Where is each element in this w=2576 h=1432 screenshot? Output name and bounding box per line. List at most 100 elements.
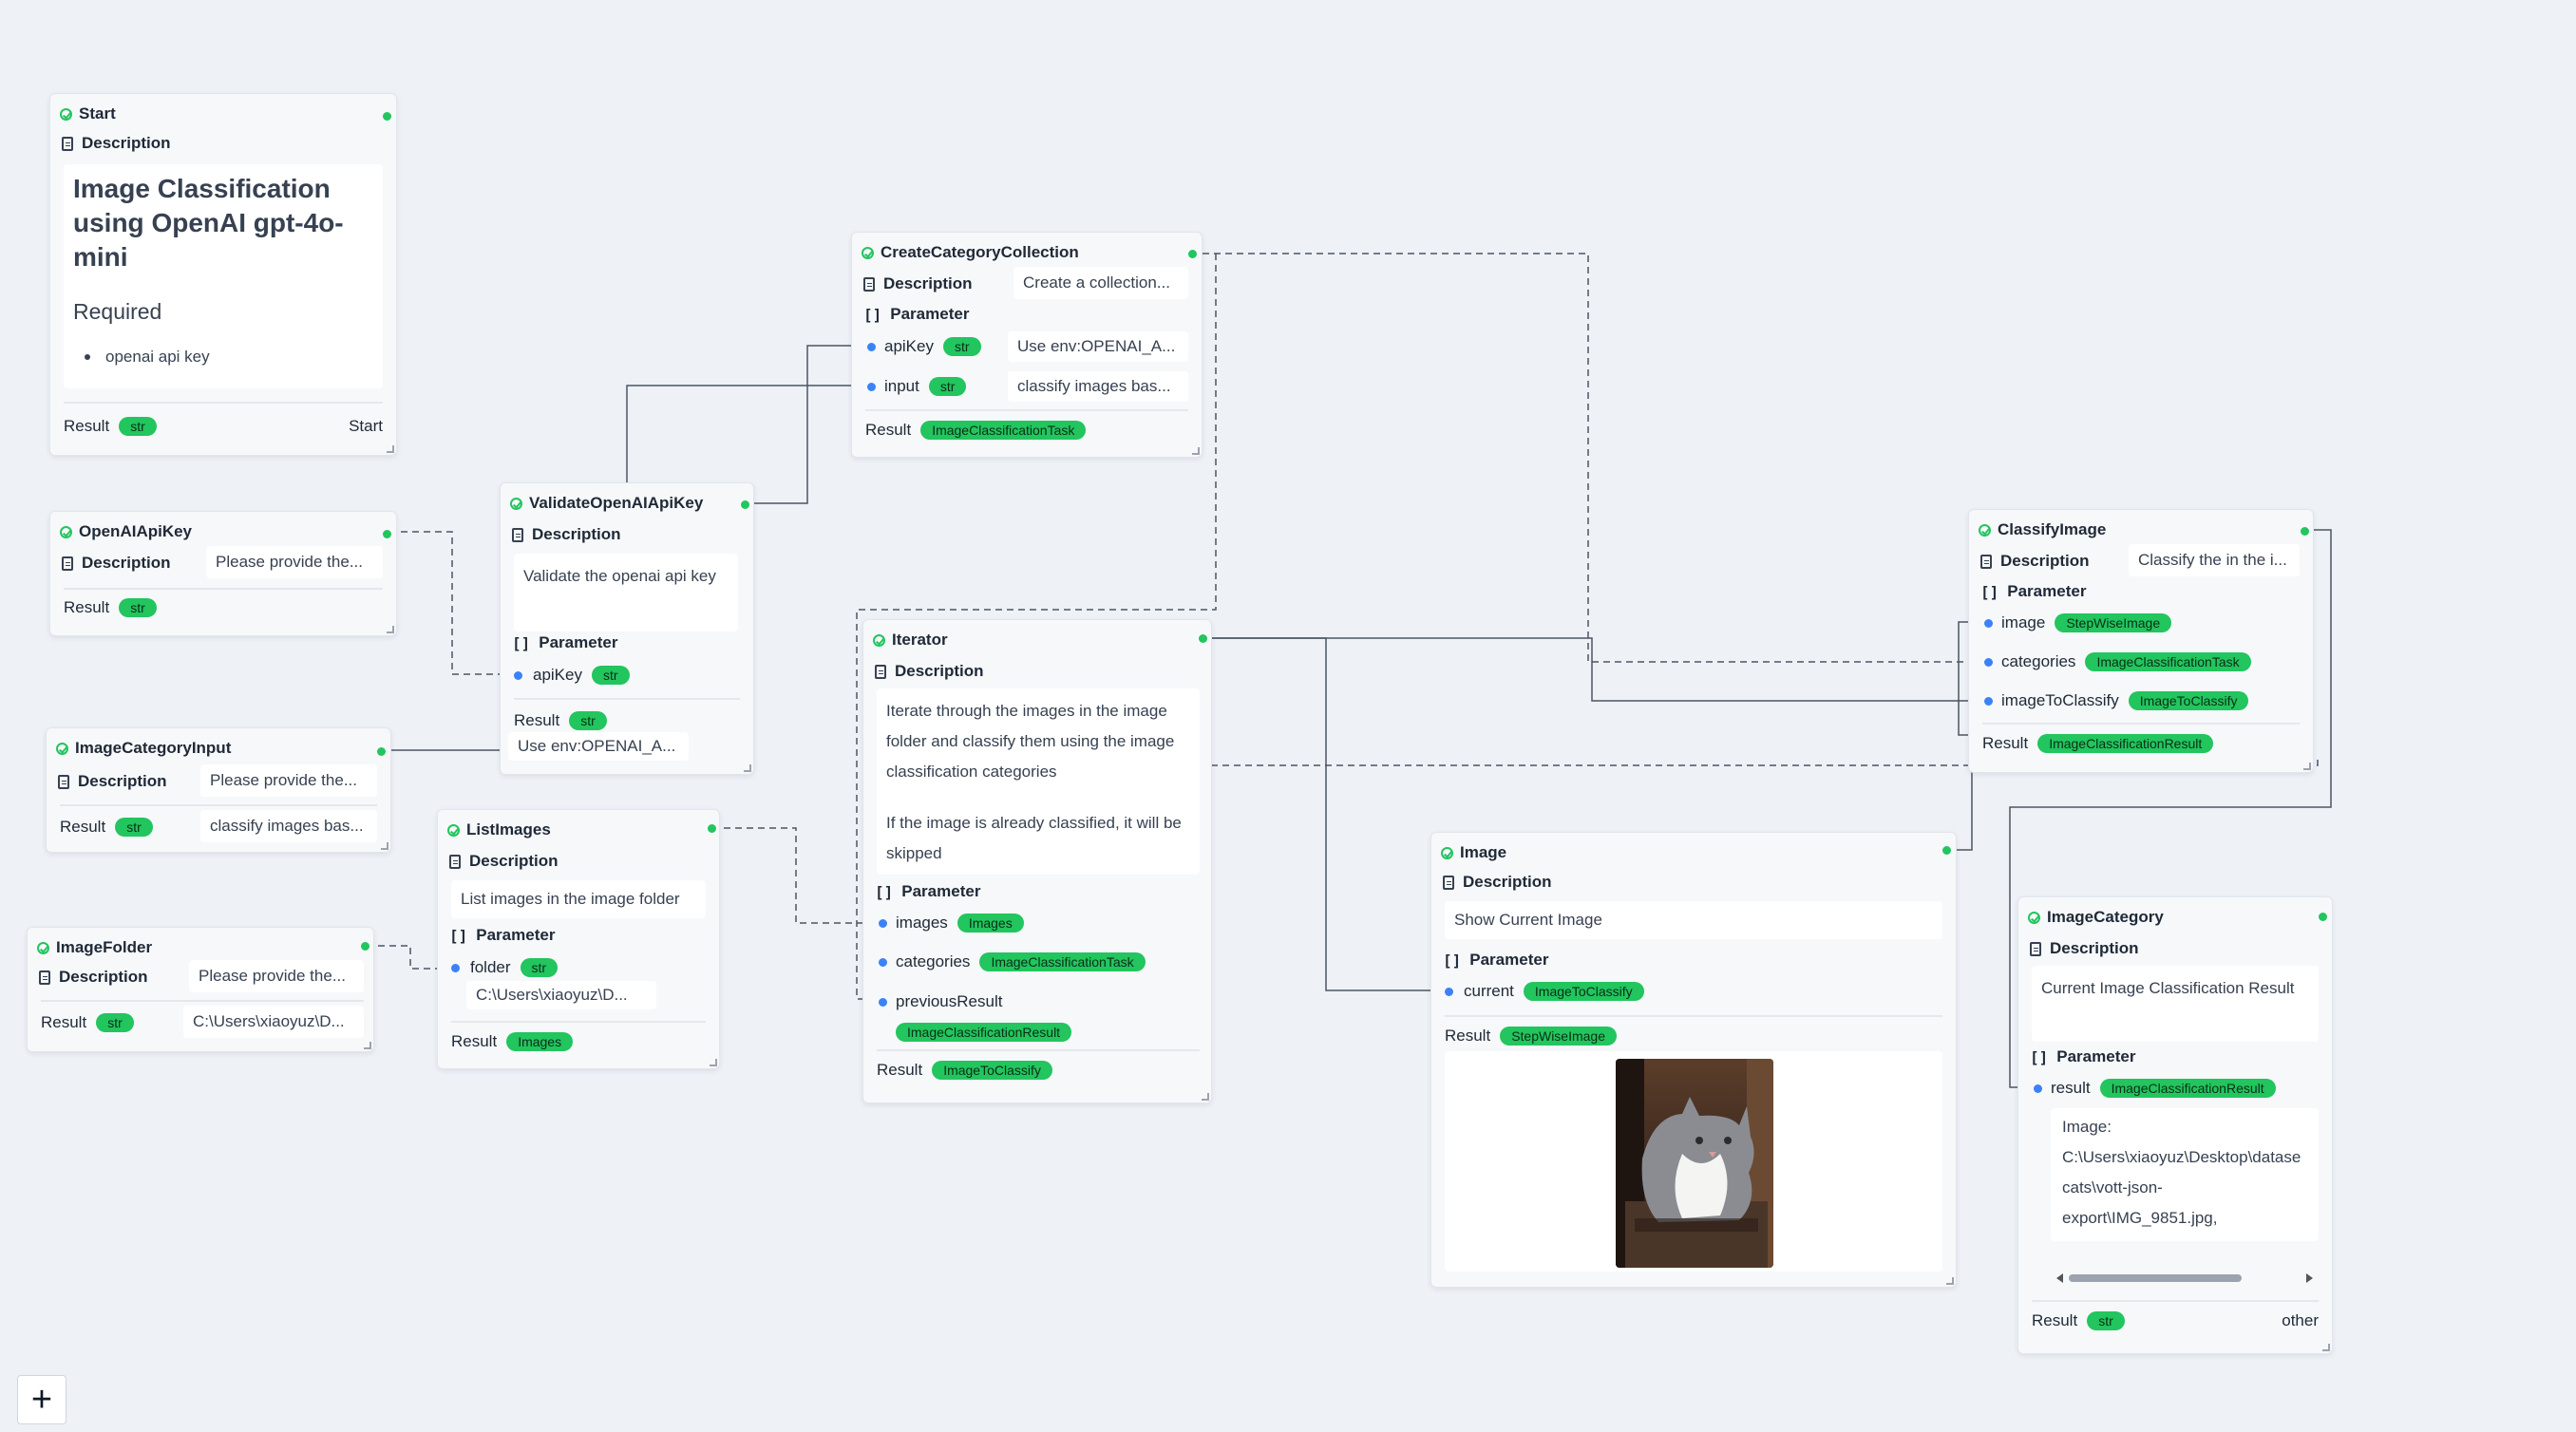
description-input[interactable]: Please provide the... xyxy=(189,960,364,992)
param-previous-type: ImageClassificationResult xyxy=(886,1023,1072,1042)
check-circle-icon xyxy=(873,633,885,647)
resize-handle[interactable] xyxy=(1192,447,1200,455)
check-circle-icon xyxy=(37,941,49,954)
scroll-left-arrow-icon[interactable] xyxy=(2056,1273,2063,1283)
type-badge: StepWiseImage xyxy=(1500,1027,1618,1046)
divider xyxy=(1445,1015,1942,1017)
resize-handle[interactable] xyxy=(2322,1344,2330,1351)
input-port[interactable] xyxy=(1984,658,1993,667)
parameter-header: [] Parameter xyxy=(863,305,969,324)
description-label: Description xyxy=(883,274,973,292)
output-port[interactable] xyxy=(377,747,386,756)
description-input[interactable]: Iterate through the images in the image … xyxy=(877,688,1200,875)
output-port[interactable] xyxy=(741,500,749,509)
node-validate-openai-api-key[interactable]: ValidateOpenAIApiKey Description Validat… xyxy=(500,482,754,775)
param-label: image xyxy=(2001,613,2046,631)
node-classify-image[interactable]: ClassifyImage Description Classify the i… xyxy=(1968,509,2314,773)
param-label: images xyxy=(896,914,948,932)
result-input[interactable]: C:\Users\xiaoyuz\D... xyxy=(183,1006,364,1038)
result-row: Result str Start xyxy=(64,417,383,436)
scroll-right-arrow-icon[interactable] xyxy=(2306,1273,2313,1283)
output-port[interactable] xyxy=(708,824,716,833)
node-header: ImageCategory xyxy=(2028,907,2164,928)
result-row: Result str xyxy=(60,818,153,837)
description-input[interactable]: Validate the openai api key xyxy=(514,554,738,631)
description-input[interactable]: List images in the image folder xyxy=(451,880,706,918)
output-port[interactable] xyxy=(2319,913,2327,921)
description-input[interactable]: Create a collection... xyxy=(1013,267,1188,299)
resize-handle[interactable] xyxy=(2303,763,2311,770)
resize-handle[interactable] xyxy=(387,445,394,453)
node-title: ListImages xyxy=(466,820,551,838)
node-title: Start xyxy=(79,104,116,122)
input-port[interactable] xyxy=(879,998,887,1007)
description-input[interactable]: Please provide the... xyxy=(200,764,377,797)
result-output-box[interactable]: Image: C:\Users\xiaoyuz\Desktop\datase c… xyxy=(2051,1108,2319,1241)
check-circle-icon xyxy=(1979,523,1991,537)
node-openai-api-key[interactable]: OpenAIApiKey Description Please provide … xyxy=(49,511,397,636)
node-title: ImageCategoryInput xyxy=(75,739,232,757)
type-badge: str xyxy=(520,958,559,977)
type-badge: ImageToClassify xyxy=(932,1061,1052,1080)
resize-handle[interactable] xyxy=(364,1042,371,1049)
node-image-category[interactable]: ImageCategory Description Current Image … xyxy=(2017,896,2333,1354)
description-input[interactable]: Classify the in the i... xyxy=(2129,544,2300,576)
param-input[interactable]: C:\Users\xiaoyuz\D... xyxy=(466,981,656,1009)
resize-handle[interactable] xyxy=(387,626,394,633)
output-port[interactable] xyxy=(383,112,391,121)
output-port[interactable] xyxy=(1942,846,1951,855)
node-image-category-input[interactable]: ImageCategoryInput Description Please pr… xyxy=(46,727,391,853)
input-port[interactable] xyxy=(2034,1084,2042,1093)
input-port[interactable] xyxy=(514,671,522,680)
description-header: Description xyxy=(512,525,621,544)
param-input-field[interactable]: classify images bas... xyxy=(1008,371,1188,402)
output-port[interactable] xyxy=(1199,634,1207,643)
node-start[interactable]: Start Description Image Classification u… xyxy=(49,93,397,456)
description-input[interactable]: Current Image Classification Result xyxy=(2032,966,2319,1042)
resize-handle[interactable] xyxy=(1202,1093,1209,1101)
output-port[interactable] xyxy=(383,530,391,538)
scroll-thumb[interactable] xyxy=(2069,1274,2242,1282)
check-circle-icon xyxy=(60,525,72,538)
input-port[interactable] xyxy=(867,343,876,351)
brackets-icon: [] xyxy=(1443,951,1462,970)
output-port[interactable] xyxy=(361,942,369,951)
description-header: Description xyxy=(39,968,148,987)
check-circle-icon xyxy=(862,246,874,259)
param-image: image StepWiseImage xyxy=(2001,613,2172,632)
horizontal-scrollbar[interactable] xyxy=(2056,1272,2313,1285)
resize-handle[interactable] xyxy=(744,764,751,772)
input-port[interactable] xyxy=(1984,697,1993,706)
check-circle-icon xyxy=(56,742,68,755)
workflow-canvas[interactable]: Start Description Image Classification u… xyxy=(0,0,2576,1432)
result-input[interactable]: Use env:OPENAI_A... xyxy=(508,732,689,761)
type-badge: ImageToClassify xyxy=(1523,982,1644,1001)
result-input[interactable]: classify images bas... xyxy=(200,810,377,842)
output-port[interactable] xyxy=(1188,250,1197,258)
output-port[interactable] xyxy=(2301,527,2309,536)
node-list-images[interactable]: ListImages Description List images in th… xyxy=(437,809,720,1069)
resize-handle[interactable] xyxy=(710,1059,717,1066)
input-port[interactable] xyxy=(1445,988,1453,996)
resize-handle[interactable] xyxy=(1946,1277,1954,1285)
node-image[interactable]: Image Description Show Current Image [] P… xyxy=(1430,832,1957,1288)
document-icon xyxy=(1443,875,1454,890)
node-iterator[interactable]: Iterator Description Iterate through the… xyxy=(862,619,1212,1103)
resize-handle[interactable] xyxy=(381,842,388,850)
param-input[interactable]: Use env:OPENAI_A... xyxy=(1008,331,1188,362)
markdown-title: Image Classification using OpenAI gpt-4o… xyxy=(73,174,344,272)
parameter-header: [] Parameter xyxy=(1443,951,1548,970)
add-node-button[interactable]: + xyxy=(17,1375,66,1424)
input-port[interactable] xyxy=(879,958,887,967)
input-port[interactable] xyxy=(867,383,876,391)
input-port[interactable] xyxy=(1984,619,1993,628)
description-input[interactable]: Show Current Image xyxy=(1445,901,1942,939)
description-input[interactable]: Please provide the... xyxy=(206,546,383,578)
result-label: Result xyxy=(60,818,106,836)
input-port[interactable] xyxy=(451,964,460,972)
description-label: Description xyxy=(59,968,148,986)
node-create-category-collection[interactable]: CreateCategoryCollection Description Cre… xyxy=(851,232,1203,458)
input-port[interactable] xyxy=(879,919,887,928)
parameter-header: [] Parameter xyxy=(449,926,555,945)
node-image-folder[interactable]: ImageFolder Description Please provide t… xyxy=(27,927,374,1052)
